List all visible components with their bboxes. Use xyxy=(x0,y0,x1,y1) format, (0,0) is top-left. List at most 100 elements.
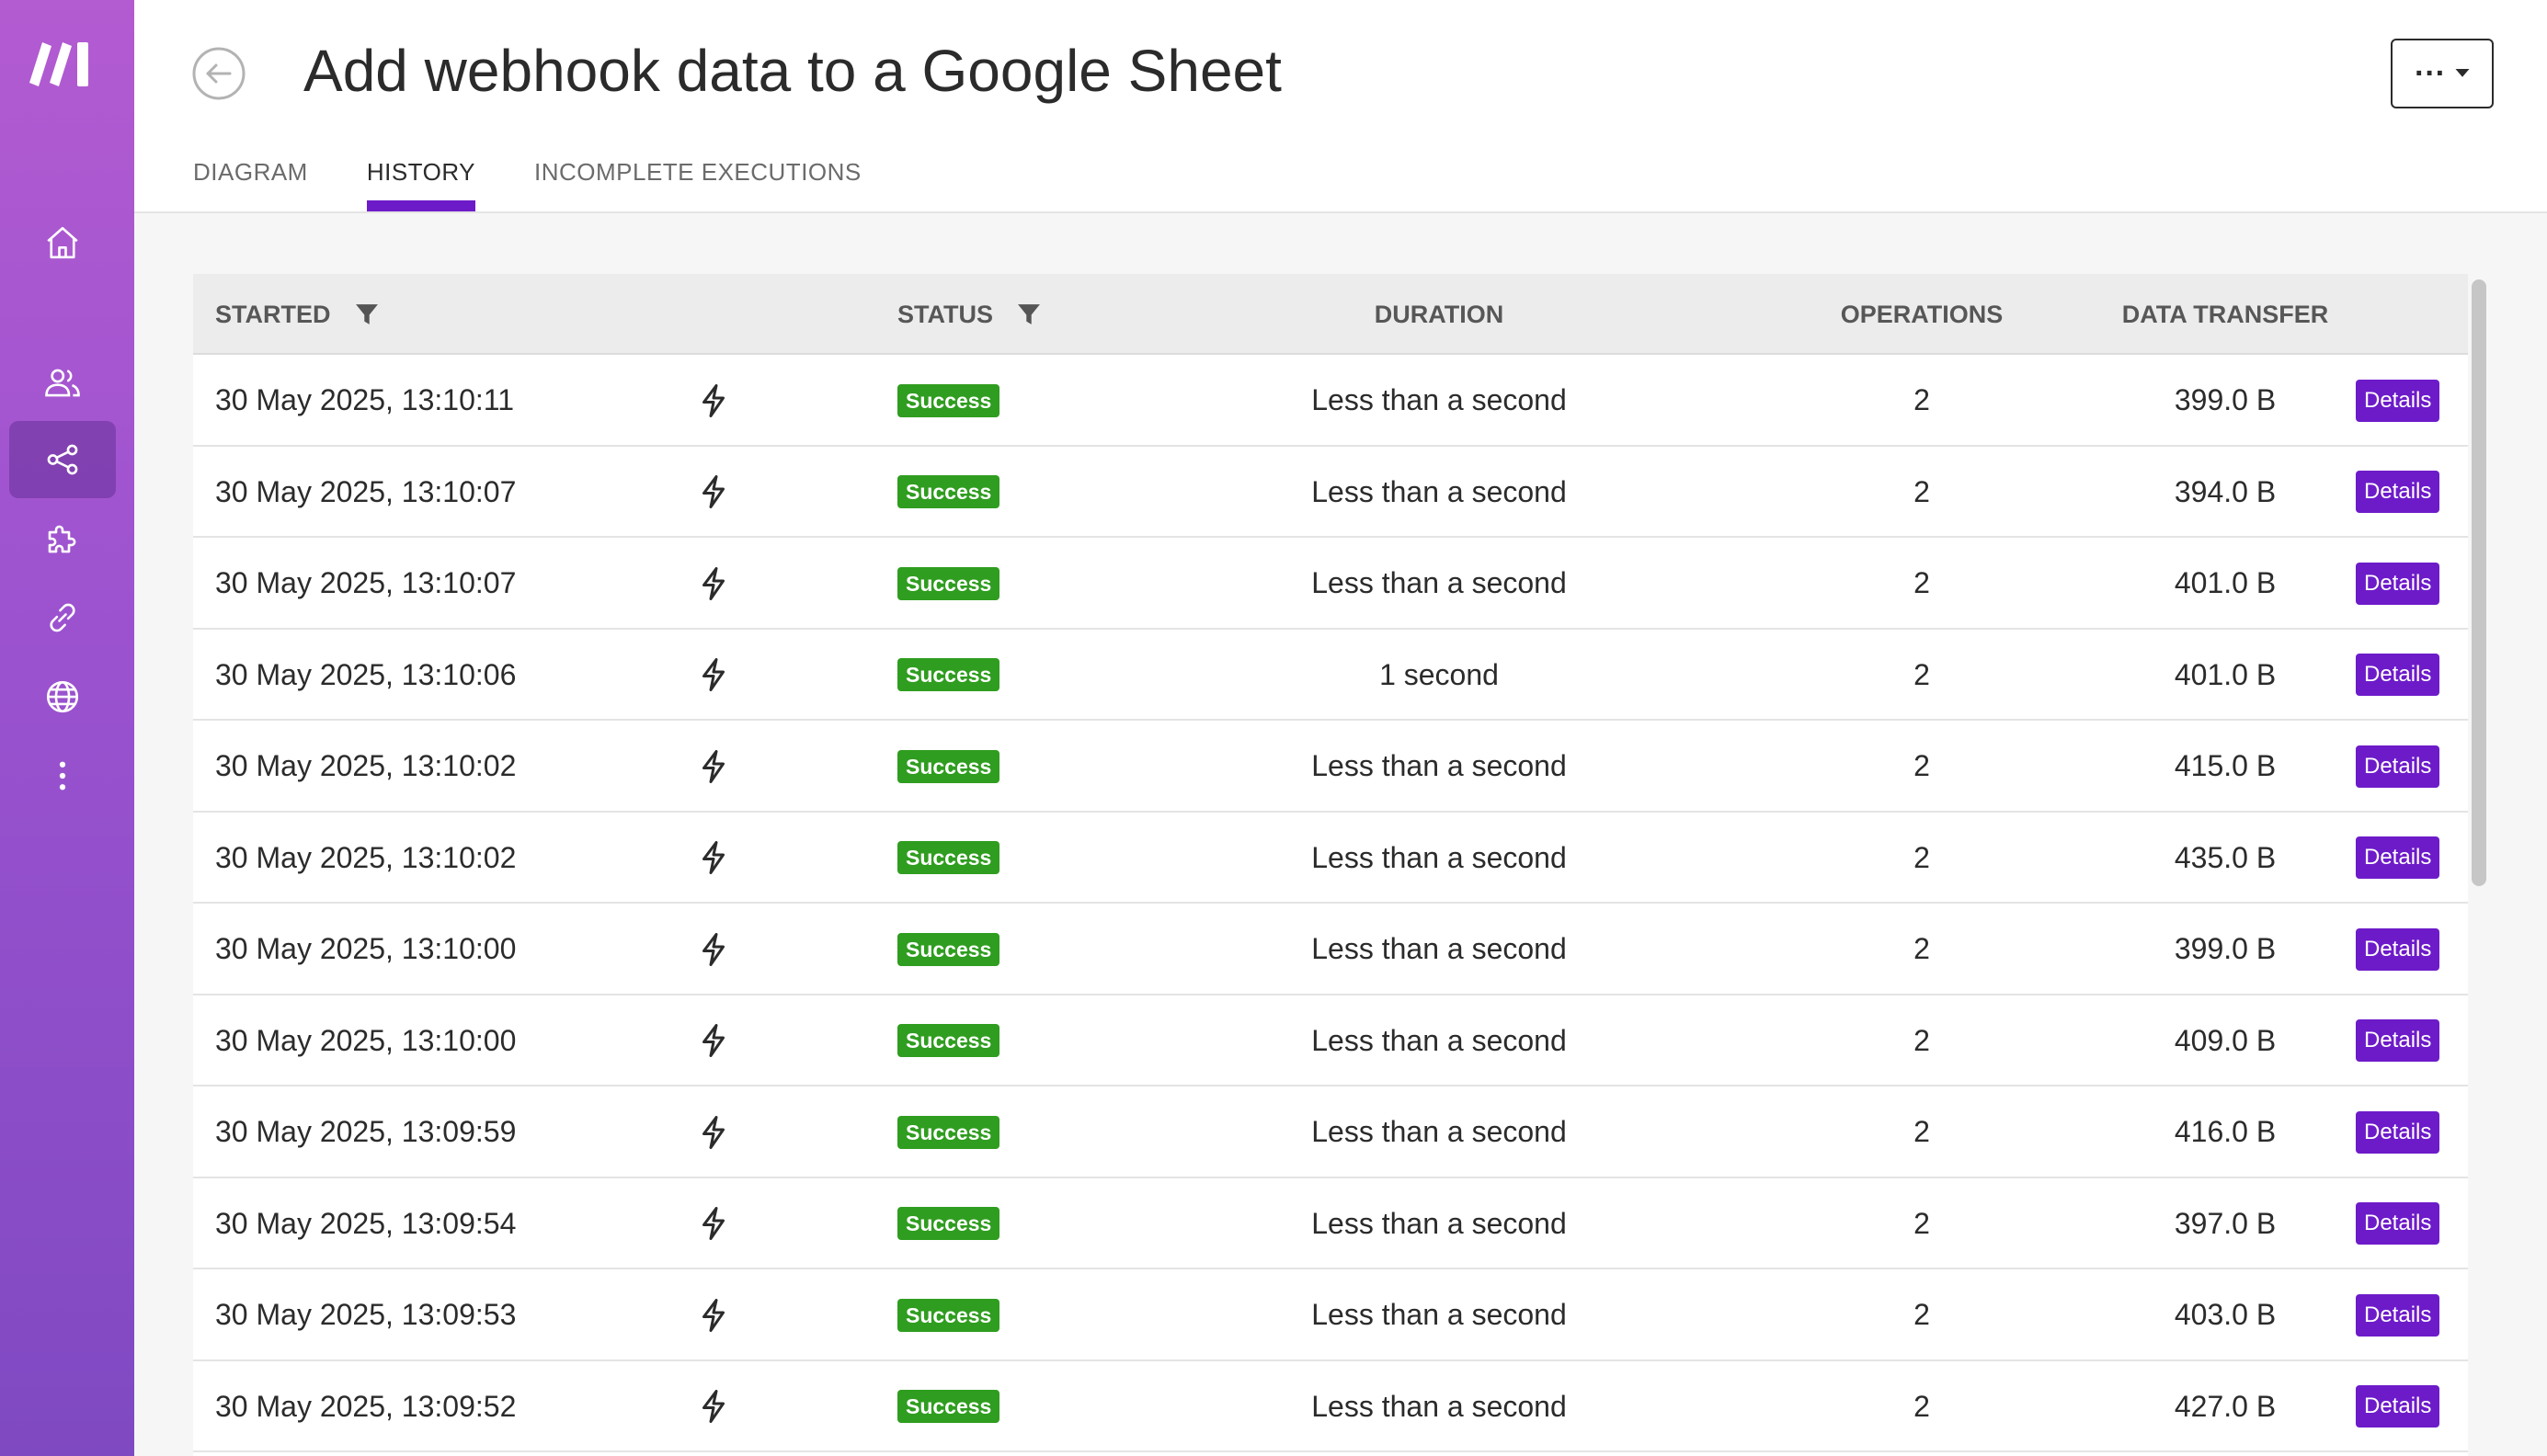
sidebar-item-apps[interactable] xyxy=(9,500,116,577)
data-transfer-cell: 427.0 B xyxy=(2174,1389,2277,1423)
more-options-button[interactable]: ··· xyxy=(2391,39,2494,108)
sidebar-item-scenarios[interactable] xyxy=(9,421,116,498)
started-cell: 30 May 2025, 13:09:53 xyxy=(215,1298,517,1332)
details-cell: Details xyxy=(2356,995,2440,1087)
sidebar-item-connections[interactable] xyxy=(9,579,116,656)
table-row[interactable]: 30 May 2025, 13:10:07 Success Less than … xyxy=(193,538,2468,630)
started-cell: 30 May 2025, 13:10:06 xyxy=(215,657,517,691)
data-transfer-cell: 399.0 B xyxy=(2174,932,2277,966)
details-button[interactable]: Details xyxy=(2356,1019,2440,1063)
instant-trigger-icon xyxy=(695,1269,732,1361)
duration-cell: Less than a second xyxy=(1311,1023,1567,1057)
tab-diagram[interactable]: DIAGRAM xyxy=(193,158,308,213)
duration-cell: Less than a second xyxy=(1311,1298,1567,1332)
table-row[interactable]: 30 May 2025, 13:10:00 Success Less than … xyxy=(193,904,2468,995)
arrow-left-circle-icon xyxy=(192,47,246,100)
operations-cell: 2 xyxy=(1913,657,1930,691)
details-cell: Details xyxy=(2356,355,2440,447)
data-transfer-cell: 401.0 B xyxy=(2174,657,2277,691)
details-button[interactable]: Details xyxy=(2356,654,2440,697)
status-badge: Success xyxy=(897,475,1000,509)
column-operations[interactable]: OPERATIONS xyxy=(1793,274,2050,355)
table-row[interactable]: 30 May 2025, 13:10:02 Success Less than … xyxy=(193,813,2468,904)
status-badge: Success xyxy=(897,1207,1000,1241)
details-button[interactable]: Details xyxy=(2356,927,2440,971)
sidebar-item-webhooks[interactable] xyxy=(9,658,116,735)
status-badge: Success xyxy=(897,1024,1000,1058)
table-row[interactable]: 30 May 2025, 13:10:02 Success Less than … xyxy=(193,721,2468,813)
data-transfer-cell: 409.0 B xyxy=(2174,1023,2277,1057)
status-cell: Success xyxy=(897,1086,1000,1178)
table-row[interactable]: 30 May 2025, 13:10:07 Success Less than … xyxy=(193,447,2468,539)
details-button[interactable]: Details xyxy=(2356,1202,2440,1246)
details-cell: Details xyxy=(2356,630,2440,722)
duration-cell: Less than a second xyxy=(1311,566,1567,600)
share-scenarios-icon xyxy=(47,444,78,475)
column-status[interactable]: STATUS xyxy=(897,274,1041,355)
details-button[interactable]: Details xyxy=(2356,745,2440,788)
duration-cell: Less than a second xyxy=(1311,383,1567,417)
status-cell: Success xyxy=(897,355,1000,447)
duration-cell: 1 second xyxy=(1379,657,1499,691)
details-cell: Details xyxy=(2356,721,2440,813)
started-cell: 30 May 2025, 13:10:00 xyxy=(215,932,517,966)
sidebar-item-home[interactable] xyxy=(9,204,116,281)
instant-trigger-icon xyxy=(695,447,732,539)
filter-icon[interactable] xyxy=(355,302,379,326)
details-button[interactable]: Details xyxy=(2356,1385,2440,1428)
table-row[interactable]: 30 May 2025, 13:09:54 Success Less than … xyxy=(193,1178,2468,1270)
started-cell: 30 May 2025, 13:10:02 xyxy=(215,749,517,783)
details-button[interactable]: Details xyxy=(2356,379,2440,422)
sidebar-item-more[interactable] xyxy=(9,737,116,814)
details-button[interactable]: Details xyxy=(2356,471,2440,514)
instant-trigger-icon xyxy=(695,1086,732,1178)
instant-trigger-icon xyxy=(695,355,732,447)
sidebar-item-team[interactable] xyxy=(9,344,116,421)
tab-incomplete-executions[interactable]: INCOMPLETE EXECUTIONS xyxy=(534,158,862,213)
started-cell: 30 May 2025, 13:09:52 xyxy=(215,1389,517,1423)
details-button[interactable]: Details xyxy=(2356,1110,2440,1154)
table-row[interactable]: 30 May 2025, 13:09:53 Success Less than … xyxy=(193,1269,2468,1361)
instant-trigger-icon xyxy=(695,1178,732,1270)
instant-trigger-icon xyxy=(695,813,732,904)
table-row[interactable]: 30 May 2025, 13:09:52 Success Less than … xyxy=(193,1361,2468,1452)
started-cell: 30 May 2025, 13:10:07 xyxy=(215,474,517,508)
column-started[interactable]: STARTED xyxy=(215,274,379,355)
operations-cell: 2 xyxy=(1913,566,1930,600)
home-icon xyxy=(47,226,78,259)
data-transfer-cell: 399.0 B xyxy=(2174,383,2277,417)
duration-cell: Less than a second xyxy=(1311,474,1567,508)
link-icon xyxy=(50,603,75,632)
status-cell: Success xyxy=(897,813,1000,904)
status-badge: Success xyxy=(897,1115,1000,1149)
duration-cell: Less than a second xyxy=(1311,1115,1567,1149)
status-badge: Success xyxy=(897,566,1000,600)
details-button[interactable]: Details xyxy=(2356,1293,2440,1337)
details-cell: Details xyxy=(2356,1178,2440,1270)
filter-icon[interactable] xyxy=(1017,302,1041,326)
status-cell: Success xyxy=(897,1178,1000,1270)
started-cell: 30 May 2025, 13:10:11 xyxy=(215,383,514,417)
make-logo-icon[interactable] xyxy=(28,37,97,92)
status-badge: Success xyxy=(897,1390,1000,1424)
table-row[interactable]: 30 May 2025, 13:10:11 Success Less than … xyxy=(193,355,2468,447)
scrollbar-thumb[interactable] xyxy=(2472,279,2486,886)
column-duration[interactable]: DURATION xyxy=(1251,274,1628,355)
data-transfer-cell: 416.0 B xyxy=(2174,1115,2277,1149)
table-row[interactable]: 30 May 2025, 13:09:59 Success Less than … xyxy=(193,1086,2468,1178)
status-cell: Success xyxy=(897,995,1000,1087)
status-cell: Success xyxy=(897,538,1000,630)
details-button[interactable]: Details xyxy=(2356,836,2440,880)
tab-history[interactable]: HISTORY xyxy=(366,158,476,213)
operations-cell: 2 xyxy=(1913,749,1930,783)
duration-cell: Less than a second xyxy=(1311,932,1567,966)
instant-trigger-icon xyxy=(695,904,732,995)
operations-cell: 2 xyxy=(1913,840,1930,874)
back-button[interactable] xyxy=(191,46,246,101)
data-transfer-cell: 394.0 B xyxy=(2174,474,2277,508)
globe-icon xyxy=(46,680,79,713)
table-row[interactable]: 30 May 2025, 13:10:00 Success Less than … xyxy=(193,995,2468,1087)
details-button[interactable]: Details xyxy=(2356,562,2440,605)
column-data-transfer[interactable]: DATA TRANSFER xyxy=(2069,274,2381,355)
table-row[interactable]: 30 May 2025, 13:10:06 Success 1 second 2… xyxy=(193,630,2468,722)
